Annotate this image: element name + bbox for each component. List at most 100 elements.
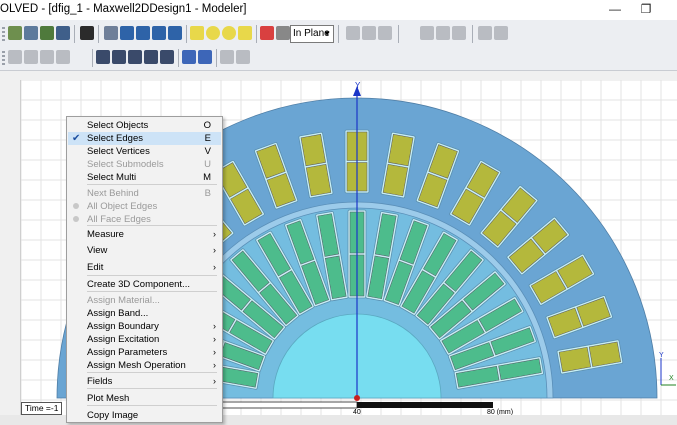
menu-item-label: Measure	[87, 229, 124, 240]
menu-item-label: Edit	[87, 262, 104, 273]
submenu-arrow-icon: ›	[213, 321, 216, 331]
rotate-icon[interactable]	[436, 26, 450, 40]
redo-view-icon[interactable]	[236, 50, 250, 64]
boolean-intersect-icon[interactable]	[378, 26, 392, 40]
ruler-segment	[357, 402, 493, 408]
save-icon[interactable]	[40, 26, 54, 40]
menu-item-select-multi[interactable]: Select Multi M	[68, 171, 221, 184]
menu-item-label: Assign Parameters	[87, 347, 168, 358]
submenu-arrow-icon: ›	[213, 376, 216, 386]
submenu-arrow-icon: ›	[213, 229, 216, 239]
y-axis-label: Y	[355, 81, 361, 90]
rotate-view-icon[interactable]	[112, 50, 126, 64]
menu-separator	[87, 275, 217, 276]
menu-item-shortcut: O	[203, 120, 211, 131]
menu-item-select-edges[interactable]: ✔ Select Edges E	[68, 132, 221, 145]
mirror-icon[interactable]	[452, 26, 466, 40]
spin-icon[interactable]	[144, 50, 158, 64]
menu-item-fields[interactable]: Fields ›	[68, 375, 221, 388]
draw-line-icon[interactable]	[120, 26, 134, 40]
origin-marker	[354, 395, 360, 401]
menu-item-label: Select Edges	[87, 133, 143, 144]
open-icon[interactable]	[24, 26, 38, 40]
menu-item-shortcut: E	[204, 133, 211, 144]
triad-y-label: Y	[659, 352, 664, 359]
draw-polygon-icon[interactable]	[238, 26, 252, 40]
menu-item-edit[interactable]: Edit ›	[68, 261, 221, 274]
menu-item-label: Select Objects	[87, 120, 149, 131]
menu-item-assign-band[interactable]: Assign Band...	[68, 307, 221, 320]
menu-item-view[interactable]: View ›	[68, 244, 221, 257]
menu-item-label: Plot Mesh	[87, 393, 130, 404]
menu-item-assign-material: Assign Material...	[68, 294, 221, 307]
snap-icon[interactable]	[276, 26, 290, 40]
toolbar-grip[interactable]	[2, 51, 5, 65]
toolbar-row-1: In Plane ▼	[0, 22, 677, 46]
menu-item-label: Select Vertices	[87, 146, 150, 157]
menu-item-assign-parameters[interactable]: Assign Parameters ›	[68, 346, 221, 359]
menu-item-select-vertices[interactable]: Select Vertices V	[68, 145, 221, 158]
context-menu: Select Objects O ✔ Select Edges E Select Vert…	[66, 116, 223, 423]
menu-item-measure[interactable]: Measure ›	[68, 228, 221, 241]
boolean-unite-icon[interactable]	[346, 26, 360, 40]
menu-separator	[87, 405, 217, 406]
draw-ellipse-icon[interactable]	[222, 26, 236, 40]
plane-select[interactable]: In Plane ▼	[290, 25, 334, 43]
check-icon: ✔	[72, 133, 81, 144]
menu-item-assign-excitation[interactable]: Assign Excitation ›	[68, 333, 221, 346]
menu-item-all-object-edges: All Object Edges	[68, 200, 221, 213]
menu-item-select-submodels: Select Submodels U	[68, 158, 221, 171]
draw-circle-icon[interactable]	[206, 26, 220, 40]
cut-icon[interactable]	[104, 26, 118, 40]
draw-rectangle-icon[interactable]	[190, 26, 204, 40]
menu-item-label: Assign Mesh Operation	[87, 360, 186, 371]
menu-item-label: Fields	[87, 376, 113, 387]
menu-item-label: Create 3D Component...	[87, 279, 190, 290]
menu-item-assign-mesh-operation[interactable]: Assign Mesh Operation ›	[68, 359, 221, 372]
toolbar-grip[interactable]	[2, 27, 5, 41]
menu-item-shortcut: M	[203, 172, 211, 183]
menu-item-label: Assign Material...	[87, 295, 160, 306]
draw-equation-curve-icon[interactable]	[168, 26, 182, 40]
fit-all-icon[interactable]	[182, 50, 196, 64]
model-icon[interactable]	[260, 26, 274, 40]
draw-arc-icon[interactable]	[152, 26, 166, 40]
zoom-icon[interactable]	[160, 50, 174, 64]
menu-item-copy-image[interactable]: Copy Image	[68, 409, 221, 422]
fit-selection-icon[interactable]	[198, 50, 212, 64]
menu-item-create-3d-component[interactable]: Create 3D Component...	[68, 278, 221, 291]
menu-item-select-objects[interactable]: Select Objects O	[68, 119, 221, 132]
undo-view-icon[interactable]	[220, 50, 234, 64]
pan-icon[interactable]	[96, 50, 110, 64]
boolean-subtract-icon[interactable]	[362, 26, 376, 40]
find-icon[interactable]	[80, 26, 94, 40]
menu-item-next-behind: Next Behind B	[68, 187, 221, 200]
menu-item-label: Next Behind	[87, 188, 139, 199]
menu-separator	[87, 388, 217, 389]
menu-item-label: Select Submodels	[87, 159, 164, 170]
layer-color-icon[interactable]	[56, 50, 70, 64]
minimize-button[interactable]: —	[600, 0, 630, 20]
move-icon[interactable]	[420, 26, 434, 40]
menu-item-plot-mesh[interactable]: Plot Mesh	[68, 392, 221, 405]
draw-spline-icon[interactable]	[136, 26, 150, 40]
new-project-icon[interactable]	[8, 26, 22, 40]
menu-separator	[87, 291, 217, 292]
menu-item-assign-boundary[interactable]: Assign Boundary ›	[68, 320, 221, 333]
layer-icon[interactable]	[8, 50, 22, 64]
duplicate-icon[interactable]	[478, 26, 492, 40]
layer-visible-icon[interactable]	[24, 50, 38, 64]
print-icon[interactable]	[56, 26, 70, 40]
scale-icon[interactable]	[494, 26, 508, 40]
menu-item-label: Copy Image	[87, 410, 139, 421]
layer-hide-icon[interactable]	[40, 50, 54, 64]
menu-item-shortcut: U	[204, 159, 211, 170]
menu-item-shortcut: V	[204, 146, 211, 157]
menu-item-label: All Face Edges	[87, 214, 151, 225]
menu-item-label: Assign Band...	[87, 308, 149, 319]
chevron-down-icon: ▼	[323, 29, 331, 38]
restore-button[interactable]: ❐	[631, 0, 661, 20]
submenu-arrow-icon: ›	[213, 245, 216, 255]
menu-item-shortcut: B	[204, 188, 211, 199]
orbit-icon[interactable]	[128, 50, 142, 64]
